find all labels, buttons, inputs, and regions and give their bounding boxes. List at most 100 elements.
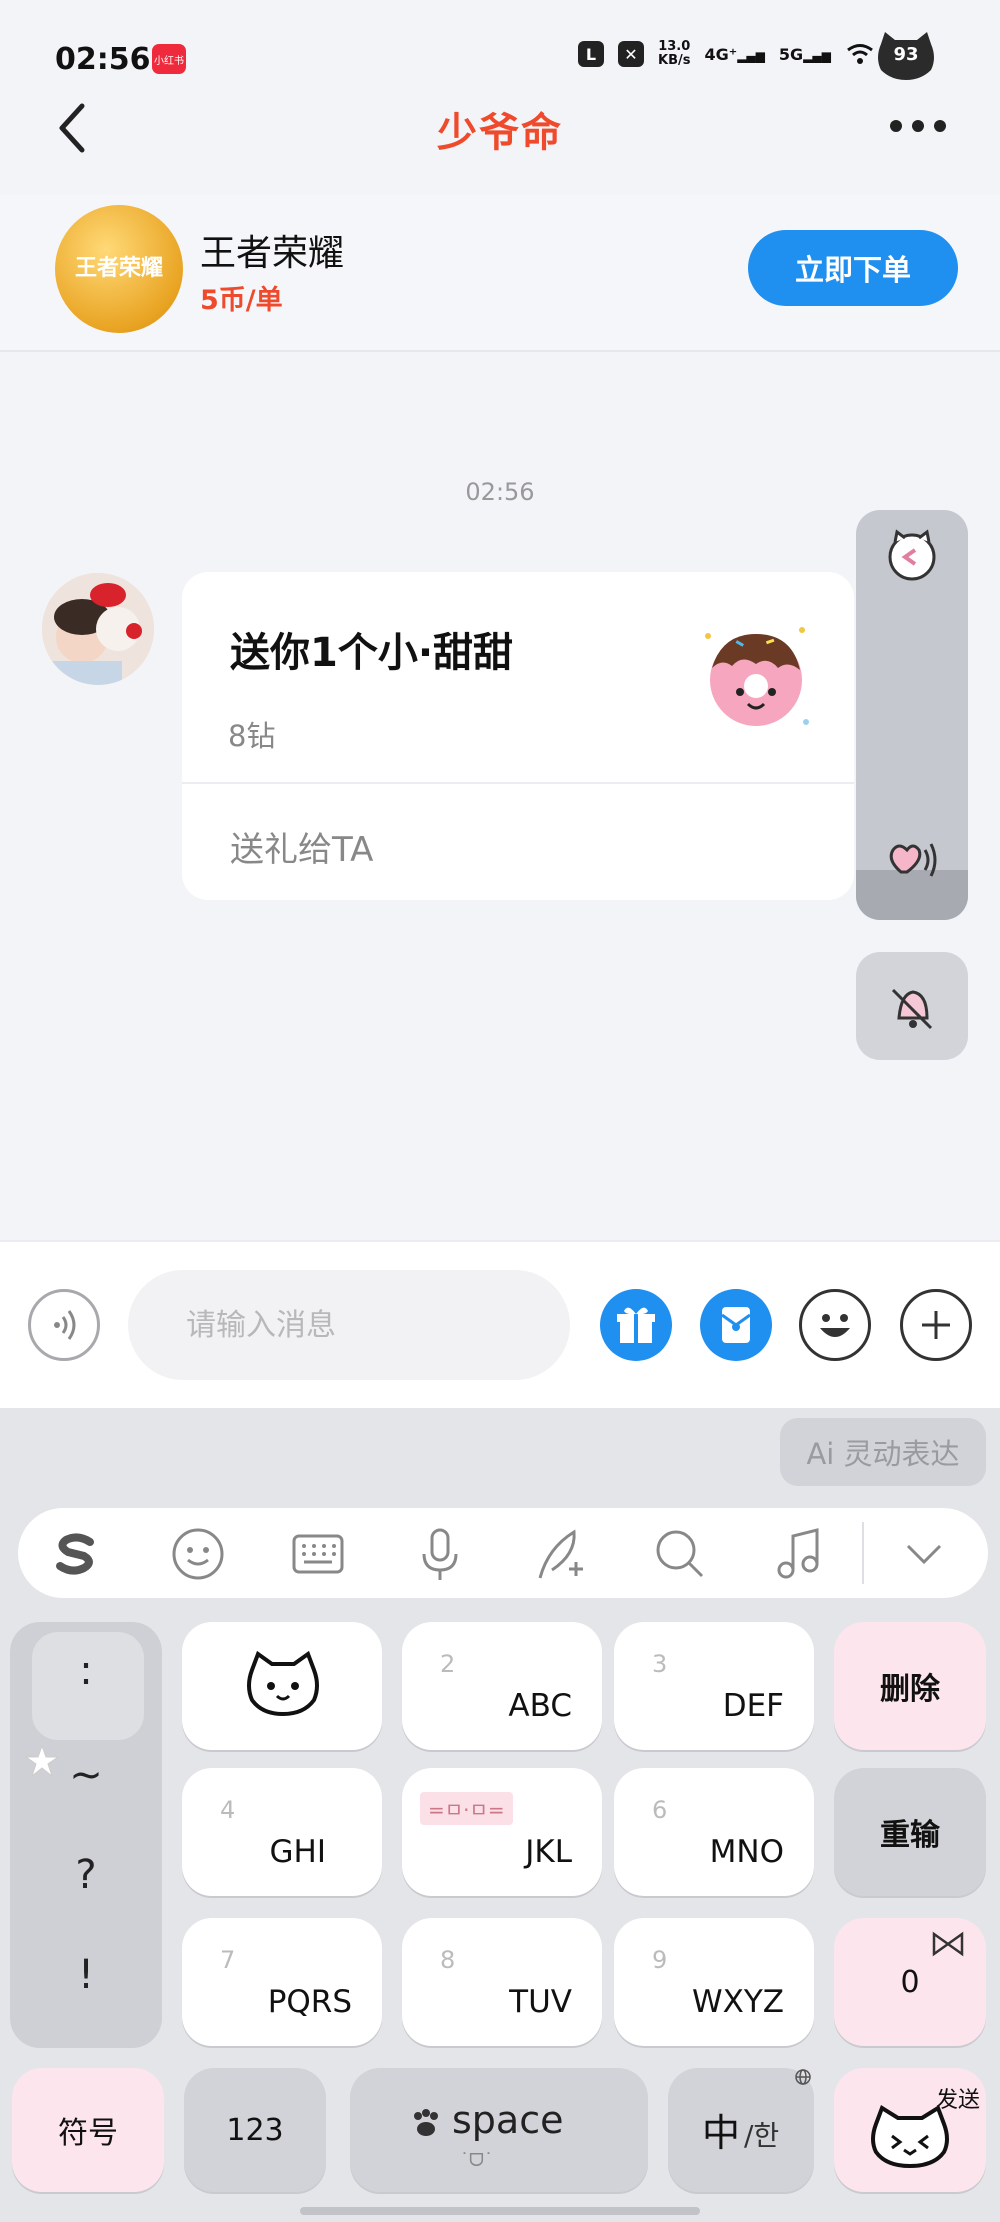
dot <box>934 120 946 132</box>
order-now-button[interactable]: 立即下单 <box>748 230 958 306</box>
search-icon[interactable] <box>650 1524 710 1584</box>
dot <box>890 120 902 132</box>
key-letters: ABC <box>508 1688 572 1724</box>
voice-icon <box>54 1310 76 1340</box>
key-letters: TUV <box>509 1984 572 2020</box>
key-letters: PQRS <box>267 1984 352 2020</box>
game-logo-text: 王者荣耀 <box>74 256 163 281</box>
cat-send-icon <box>871 2105 949 2169</box>
key-letters: DEF <box>722 1688 784 1724</box>
battery-cat-icon: 93 <box>875 30 937 82</box>
key-8-tuv[interactable]: 8 TUV <box>402 1918 602 2046</box>
send-label: 发送 <box>936 2088 981 2113</box>
send-gift-link[interactable]: 送礼给TA <box>230 822 373 871</box>
symbols-key[interactable]: 符号 <box>12 2068 164 2192</box>
key-num: 8 <box>440 1946 456 1974</box>
key-3-def[interactable]: 3 DEF <box>614 1622 814 1750</box>
lang-sub: /한 <box>744 2119 780 2152</box>
l-app-icon: L <box>578 41 604 67</box>
speed-value: 13.0 <box>658 39 691 54</box>
keyboard-toolbar <box>18 1508 988 1598</box>
smile-icon <box>820 1314 850 1337</box>
lang-main: 中 <box>702 2111 741 2155</box>
send-key[interactable]: 发送 <box>834 2068 986 2192</box>
gift-title: 送你1个小·甜甜 <box>230 630 514 676</box>
cat-emoticon-icon <box>247 1650 319 1717</box>
key-num: 2 <box>440 1650 456 1678</box>
microphone-icon[interactable] <box>410 1524 470 1584</box>
gift-button[interactable] <box>600 1289 672 1361</box>
avatar-photo-icon <box>42 573 154 685</box>
x-app-icon: ✕ <box>618 41 644 67</box>
xiaohongshu-badge-icon: 小红书 <box>152 44 186 74</box>
dot <box>912 120 924 132</box>
space-key[interactable]: space ˙ᗜ˙ <box>350 2068 648 2192</box>
add-more-button[interactable] <box>900 1289 972 1361</box>
voice-input-button[interactable] <box>28 1289 100 1361</box>
key-cat-emoticon[interactable] <box>182 1622 382 1750</box>
key-2-abc[interactable]: 2 ABC <box>402 1622 602 1750</box>
music-icon[interactable] <box>770 1524 830 1584</box>
status-time: 02:56 <box>55 42 151 77</box>
key-letters: WXYZ <box>691 1984 784 2020</box>
plus-icon <box>922 1311 950 1339</box>
gift-icon <box>617 1307 655 1343</box>
cat-face-icon[interactable] <box>883 526 941 584</box>
speed-unit: KB/s <box>658 53 691 68</box>
key-letters: JKL <box>525 1834 572 1870</box>
reenter-key[interactable]: 重输 <box>834 1768 986 1896</box>
emoji-toolbar-icon[interactable] <box>168 1524 228 1584</box>
network-speed: 13.0 KB/s <box>658 40 690 68</box>
toolbar-separator <box>862 1522 864 1584</box>
paw-icon <box>414 2109 438 2136</box>
key-letters: MNO <box>709 1834 784 1870</box>
key-num: 9 <box>652 1946 668 1974</box>
more-options-button[interactable] <box>890 114 960 138</box>
language-key[interactable]: 中 /한 <box>668 2068 814 2192</box>
key-6-mno[interactable]: 6 MNO <box>614 1768 814 1896</box>
red-packet-button[interactable] <box>700 1289 772 1361</box>
space-sub: ˙ᗜ˙ <box>460 2150 493 2171</box>
key-kaomoji-tag: =ㅁ·ㅁ= <box>420 1792 513 1825</box>
keyboard-layout-icon[interactable] <box>288 1524 348 1584</box>
key-num: 3 <box>652 1650 668 1678</box>
envelope-icon <box>721 1307 751 1343</box>
wifi-icon <box>846 44 873 64</box>
key-letters: GHI <box>269 1834 326 1870</box>
avatar[interactable] <box>42 573 154 685</box>
chat-timestamp: 02:56 <box>465 478 535 506</box>
donut-gift-icon <box>692 612 820 740</box>
gift-price: 8钻 <box>228 719 276 753</box>
key-4-ghi[interactable]: 4 GHI <box>182 1768 382 1896</box>
key-num: 4 <box>220 1796 236 1824</box>
symbol-tilde[interactable]: ~ <box>10 1752 162 1798</box>
chevron-down-icon[interactable] <box>894 1524 954 1584</box>
key-9-wxyz[interactable]: 9 WXYZ <box>614 1918 814 2046</box>
key-num: 7 <box>220 1946 236 1974</box>
ai-expression-button[interactable]: Ai 灵动表达 <box>780 1418 986 1486</box>
key-5-jkl[interactable]: =ㅁ·ㅁ= JKL <box>402 1768 602 1896</box>
signal-5g-icon: 5G▂▄▆ <box>778 44 831 64</box>
sogou-logo-icon[interactable] <box>46 1524 106 1584</box>
game-name: 王者荣耀 <box>200 233 345 274</box>
message-input[interactable] <box>128 1270 570 1380</box>
symbol-question[interactable]: ? <box>10 1852 162 1898</box>
emoji-button[interactable] <box>799 1289 871 1361</box>
divider <box>182 782 854 784</box>
heart-sound-icon[interactable] <box>883 832 941 890</box>
numbers-key[interactable]: 123 <box>184 2068 326 2192</box>
status-icons: L ✕ 13.0 KB/s 4G⁺▂▄▆ 5G▂▄▆ <box>578 40 875 68</box>
net1-label: 4G⁺ <box>704 44 738 64</box>
key-7-pqrs[interactable]: 7 PQRS <box>182 1918 382 2046</box>
home-indicator[interactable] <box>300 2207 700 2215</box>
key-num: 6 <box>652 1796 668 1824</box>
battery-level: 93 <box>893 44 919 65</box>
bow-icon <box>932 1931 964 1957</box>
symbol-exclaim[interactable]: ! <box>10 1952 162 1998</box>
delete-key[interactable]: 删除 <box>834 1622 986 1750</box>
space-label: space <box>452 2098 564 2142</box>
globe-icon <box>795 2069 811 2085</box>
bell-muted-icon <box>891 988 933 1030</box>
quill-pen-icon[interactable] <box>530 1524 590 1584</box>
symbol-colon[interactable]: : <box>10 1648 162 1694</box>
